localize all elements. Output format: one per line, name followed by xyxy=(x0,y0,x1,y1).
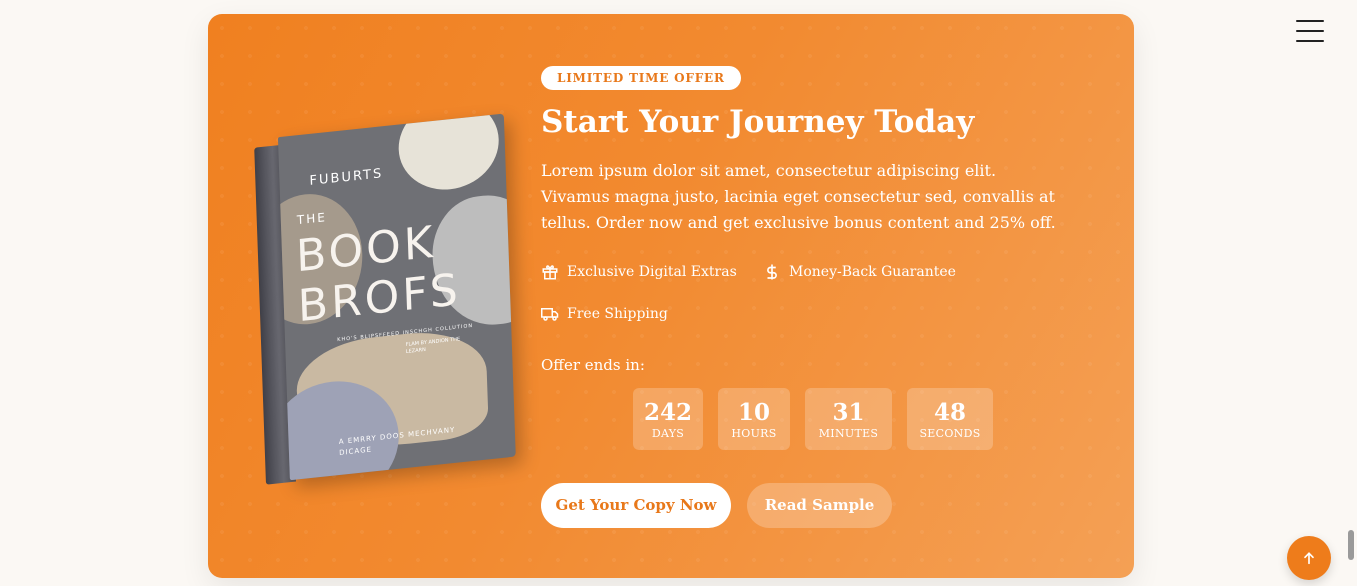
book-cover-image: FUBURTS THE BOOK BROFS KHO'S BLIPSFFEED … xyxy=(254,113,518,490)
feature-label: Free Shipping xyxy=(567,306,668,322)
feature-digital-extras: Exclusive Digital Extras xyxy=(541,263,737,281)
gift-icon xyxy=(542,265,558,280)
limited-offer-badge: LIMITED TIME OFFER xyxy=(541,66,741,90)
countdown-value: 48 xyxy=(933,399,966,426)
arrow-up-icon xyxy=(1304,552,1314,565)
cover-shape xyxy=(397,113,501,195)
offer-ends-label: Offer ends in: xyxy=(541,356,645,374)
menu-line xyxy=(1296,40,1324,42)
menu-line xyxy=(1296,30,1324,32)
read-sample-button[interactable]: Read Sample xyxy=(747,483,892,528)
get-your-copy-button[interactable]: Get Your Copy Now xyxy=(541,483,731,528)
countdown-value: 10 xyxy=(737,399,770,426)
feature-money-back: Money-Back Guarantee xyxy=(763,263,956,281)
countdown-unit: SECONDS xyxy=(919,427,981,440)
feature-label: Exclusive Digital Extras xyxy=(567,264,737,280)
countdown-value: 31 xyxy=(832,399,865,426)
countdown-unit: MINUTES xyxy=(818,427,879,440)
book-front: FUBURTS THE BOOK BROFS KHO'S BLIPSFFEED … xyxy=(277,113,516,481)
page-title: Start Your Journey Today xyxy=(541,104,975,140)
countdown-unit: HOURS xyxy=(731,427,777,440)
hero-description: Lorem ipsum dolor sit amet, consectetur … xyxy=(541,161,1056,232)
countdown-seconds: 48 SECONDS xyxy=(907,388,993,450)
countdown-value: 242 xyxy=(643,399,692,426)
dollar-icon xyxy=(767,264,777,280)
countdown-minutes: 31 MINUTES xyxy=(805,388,892,450)
feature-label: Money-Back Guarantee xyxy=(789,264,956,280)
feature-free-shipping: Free Shipping xyxy=(541,305,668,323)
menu-line xyxy=(1296,20,1324,22)
scrollbar-thumb[interactable] xyxy=(1348,530,1354,560)
countdown-days: 242 DAYS xyxy=(633,388,703,450)
countdown-hours: 10 HOURS xyxy=(718,388,790,450)
back-to-top-button[interactable] xyxy=(1287,536,1331,580)
countdown-unit: DAYS xyxy=(651,427,685,440)
book-author: FUBURTS xyxy=(309,166,384,189)
hamburger-menu-icon[interactable] xyxy=(1296,20,1324,42)
truck-icon xyxy=(541,308,559,321)
